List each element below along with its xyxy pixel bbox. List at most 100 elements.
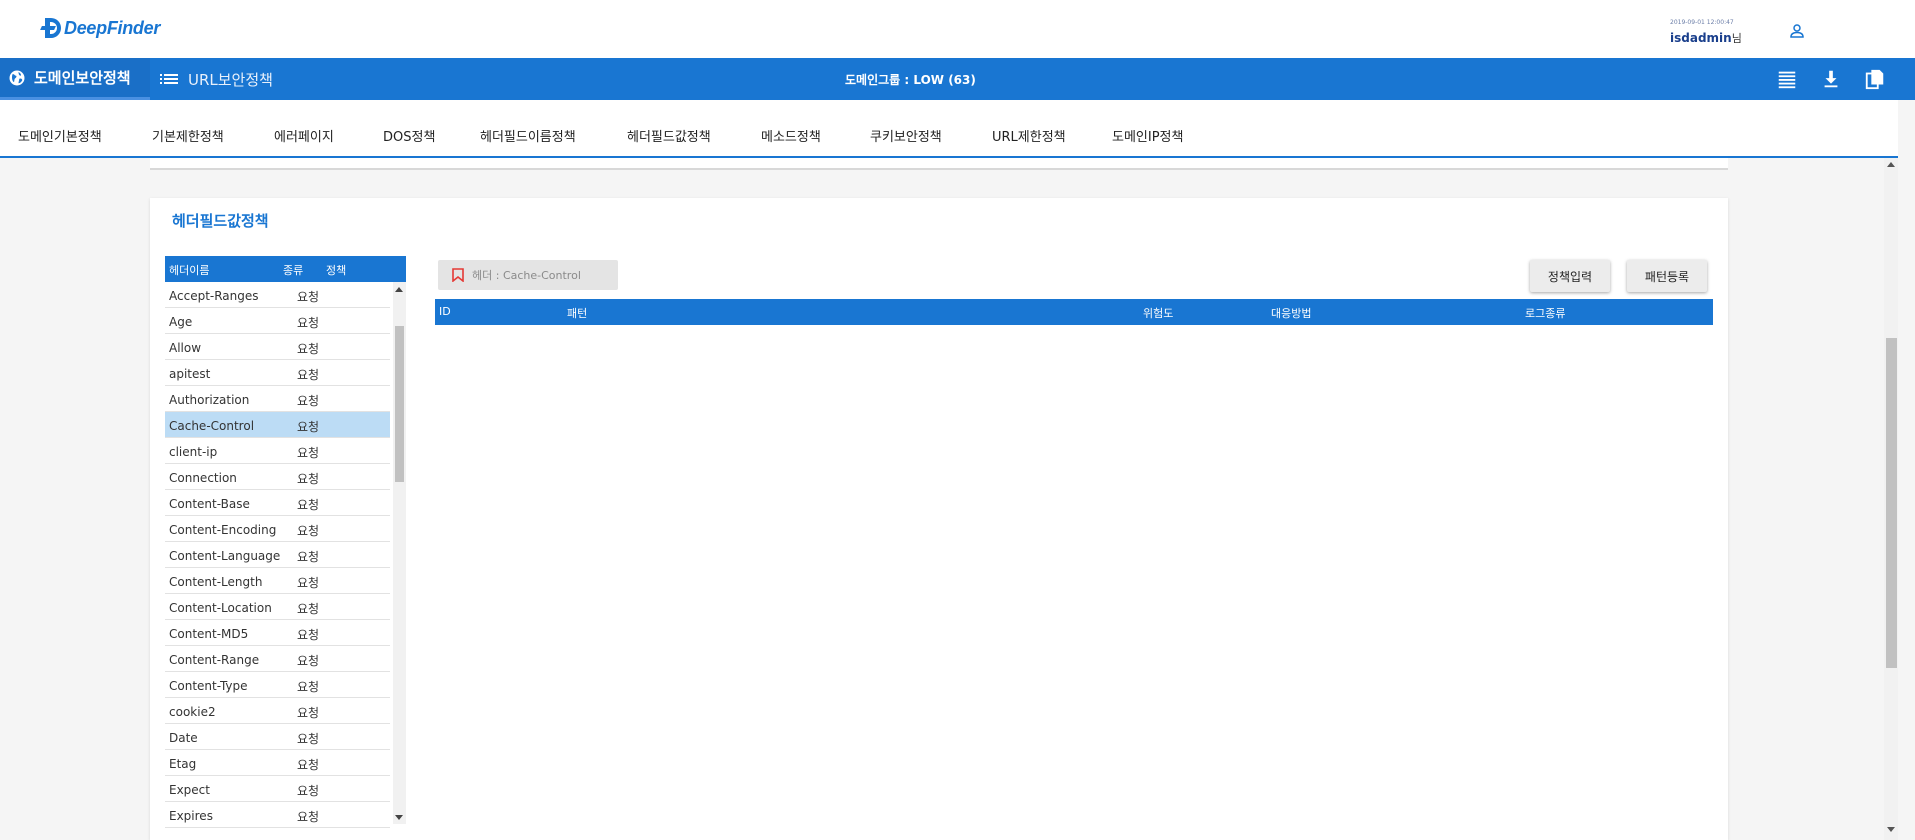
header-list-row[interactable]: Expires 요청 xyxy=(165,802,390,828)
header-type: 요청 xyxy=(297,628,320,642)
globe-icon xyxy=(9,70,25,85)
header-name: Content-Range xyxy=(169,653,260,667)
header-type: 요청 xyxy=(297,810,320,824)
header-list-row[interactable]: Etag 요청 xyxy=(165,750,390,776)
header-type: 요청 xyxy=(297,368,320,382)
header-type: 요청 xyxy=(297,446,320,460)
copy-icon[interactable] xyxy=(1864,68,1886,90)
header-list-row[interactable]: Allow 요청 xyxy=(165,334,390,360)
header-list-scrollbar[interactable] xyxy=(393,282,406,824)
header-list-row[interactable]: Content-Type 요청 xyxy=(165,672,390,698)
selected-header-chip: 헤더 : Cache-Control xyxy=(438,260,618,290)
list-view-icon[interactable] xyxy=(1776,68,1798,90)
header-list-row[interactable]: client-ip 요청 xyxy=(165,438,390,464)
header-name: apitest xyxy=(169,367,211,381)
header-type: 요청 xyxy=(297,394,320,408)
header-name: Date xyxy=(169,731,198,745)
header-list-row[interactable]: cookie2 요청 xyxy=(165,698,390,724)
sub-tabs: 도메인기본정책 기본제한정책 에러페이지 DOS정책 헤더필드이름정책 헤더필드… xyxy=(0,100,1898,158)
subtab-domain-basic-policy[interactable]: 도메인기본정책 xyxy=(18,126,102,145)
col-id: ID xyxy=(439,305,451,318)
logo[interactable]: DeepFinder xyxy=(40,16,161,40)
logo-mark-icon xyxy=(40,16,67,40)
header-list-row[interactable]: Content-Length 요청 xyxy=(165,568,390,594)
header-list-row[interactable]: Age 요청 xyxy=(165,308,390,334)
header-list-row[interactable]: Accept-Ranges 요청 xyxy=(165,282,390,308)
subtab-header-field-value-policy[interactable]: 헤더필드값정책 xyxy=(627,126,711,145)
header-field-value-policy-card: 헤더필드값정책 헤더이름 종류 정책 Accept-Ranges 요청 Age 요청 A… xyxy=(150,198,1728,840)
header-type: 요청 xyxy=(297,550,320,564)
nav-actions xyxy=(1776,68,1886,90)
header-list-scroll-thumb[interactable] xyxy=(395,326,404,482)
header-name: Expires xyxy=(169,809,213,823)
list-scroll-down-icon[interactable] xyxy=(395,815,403,820)
subtab-error-page[interactable]: 에러페이지 xyxy=(274,126,334,145)
header-list-row[interactable]: Connection 요청 xyxy=(165,464,390,490)
scroll-up-arrow-icon[interactable] xyxy=(1887,162,1895,167)
header-list-row[interactable]: Content-Language 요청 xyxy=(165,542,390,568)
header-name: Age xyxy=(169,315,193,329)
header-list-row[interactable]: Content-MD5 요청 xyxy=(165,620,390,646)
main-nav: 도메인보안정책 URL보안정책 도메인그룹 : LOW (63) xyxy=(0,58,1915,100)
col-response-method: 대응방법 xyxy=(1271,307,1312,320)
subtab-dos-policy[interactable]: DOS정책 xyxy=(383,126,435,145)
header-type: 요청 xyxy=(297,680,320,694)
policy-input-button[interactable]: 정책입력 xyxy=(1530,260,1610,292)
subtab-url-restriction-policy[interactable]: URL제한정책 xyxy=(992,126,1066,145)
header-name: Authorization xyxy=(169,393,250,407)
header-name: Connection xyxy=(169,471,237,485)
list-icon xyxy=(160,74,178,84)
header-name: cookie2 xyxy=(169,705,216,719)
header-name: Allow xyxy=(169,341,202,355)
header-type: 요청 xyxy=(297,654,320,668)
user-account-icon[interactable] xyxy=(1788,22,1806,40)
list-scroll-up-icon[interactable] xyxy=(395,287,403,292)
scroll-down-arrow-icon[interactable] xyxy=(1887,827,1895,832)
section-title: 헤더필드값정책 xyxy=(172,212,269,230)
header-name: Content-Encoding xyxy=(169,523,277,537)
tab-domain-security-policy-label: 도메인보안정책 xyxy=(34,69,131,87)
col-pattern: 패턴 xyxy=(567,307,588,320)
header-name: Content-Location xyxy=(169,601,272,615)
subtab-cookie-security-policy[interactable]: 쿠키보안정책 xyxy=(870,126,942,145)
header-name: Etag xyxy=(169,757,197,771)
header-list-row[interactable]: Cache-Control 요청 xyxy=(165,412,390,438)
header-list-row[interactable]: apitest 요청 xyxy=(165,360,390,386)
subtab-header-field-name-policy[interactable]: 헤더필드이름정책 xyxy=(480,126,576,145)
header-list-row[interactable]: Content-Range 요청 xyxy=(165,646,390,672)
header-list-row[interactable]: Authorization 요청 xyxy=(165,386,390,412)
col-log-type: 로그종류 xyxy=(1525,307,1566,320)
header-name: Content-Type xyxy=(169,679,248,693)
top-header: DeepFinder 2019-09-01 12:00:47 isdadmin님 xyxy=(0,0,1915,58)
tab-domain-security-policy[interactable]: 도메인보안정책 xyxy=(0,58,150,100)
header-list-row[interactable]: Date 요청 xyxy=(165,724,390,750)
download-icon[interactable] xyxy=(1820,68,1842,90)
tab-url-security-policy[interactable]: URL보안정책 xyxy=(160,58,273,100)
header-list-row[interactable]: Content-Location 요청 xyxy=(165,594,390,620)
header-list-row[interactable]: Expect 요청 xyxy=(165,776,390,802)
selected-header-text: 헤더 : Cache-Control xyxy=(472,269,581,282)
header-type: 요청 xyxy=(297,602,320,616)
bookmark-icon xyxy=(452,268,464,282)
header-list-body: Accept-Ranges 요청 Age 요청 Allow 요청 apitest 요청 Auth… xyxy=(165,282,390,840)
header-type: 요청 xyxy=(297,342,320,356)
header-name: Content-Base xyxy=(169,497,250,511)
logo-text: DeepFinder xyxy=(64,17,161,38)
header-list-row[interactable]: Content-Base 요청 xyxy=(165,490,390,516)
header-list-columns: 헤더이름 종류 정책 xyxy=(165,256,406,282)
header-name: Expect xyxy=(169,783,210,797)
subtab-basic-restriction-policy[interactable]: 기본제한정책 xyxy=(152,126,224,145)
subtab-domain-ip-policy[interactable]: 도메인IP정책 xyxy=(1112,126,1183,145)
header-type: 요청 xyxy=(297,420,320,434)
header-name: Cache-Control xyxy=(169,419,255,433)
subtab-method-policy[interactable]: 메소드정책 xyxy=(761,126,821,145)
login-timestamp: 2019-09-01 12:00:47 xyxy=(1670,19,1734,26)
tab-url-security-policy-label: URL보안정책 xyxy=(188,70,273,89)
pattern-register-button[interactable]: 패턴등록 xyxy=(1627,260,1707,292)
page-scrollbar-thumb[interactable] xyxy=(1886,338,1897,668)
page-scrollbar[interactable] xyxy=(1884,158,1898,840)
header-type: 요청 xyxy=(297,784,320,798)
col-policy: 정책 xyxy=(326,264,347,277)
header-type: 요청 xyxy=(297,732,320,746)
header-list-row[interactable]: Content-Encoding 요청 xyxy=(165,516,390,542)
